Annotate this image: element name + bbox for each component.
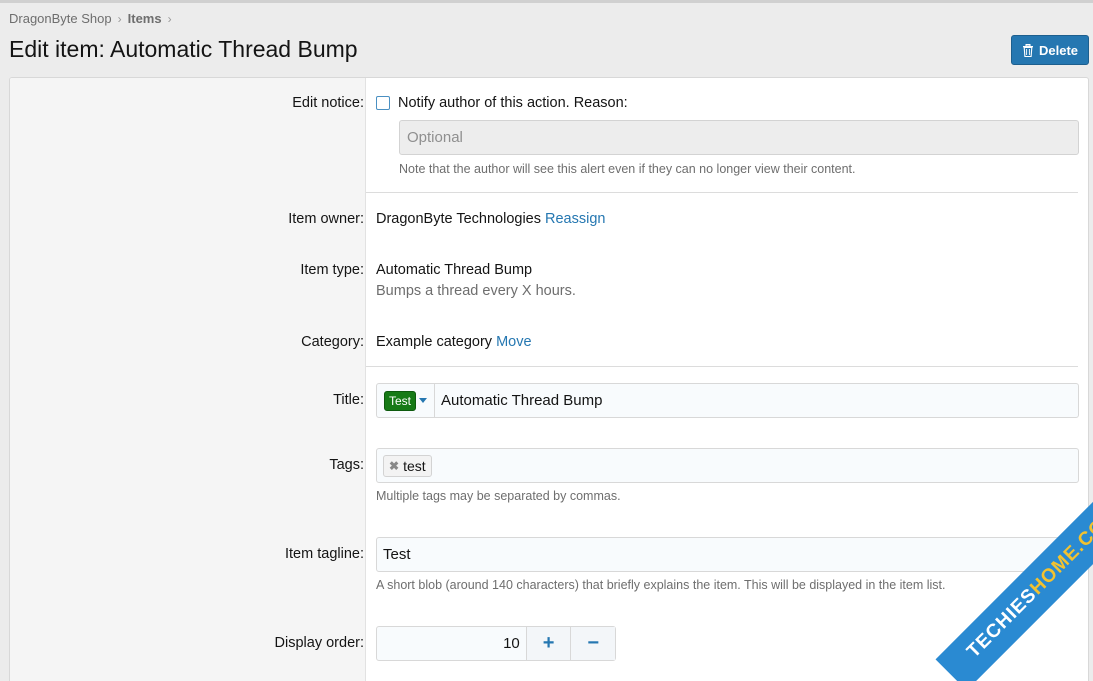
tag-chip-label: test xyxy=(403,458,426,474)
prefix-tag: Test xyxy=(384,390,417,411)
display-order-stepper: 10 + − xyxy=(376,626,616,661)
tags-label: Tags: xyxy=(329,457,364,473)
item-type-value: Automatic Thread Bump xyxy=(376,262,533,278)
edit-notice-hint: Note that the author will see this alert… xyxy=(399,162,856,176)
increment-button[interactable]: + xyxy=(525,627,571,660)
item-owner-value: DragonByte Technologies Reassign xyxy=(376,211,605,227)
edit-notice-label: Edit notice: xyxy=(292,95,364,111)
top-border xyxy=(0,0,1093,3)
trash-icon xyxy=(1022,43,1033,57)
caret-down-icon xyxy=(419,398,428,403)
display-order-label: Display order: xyxy=(274,635,364,651)
tagline-input[interactable]: Test xyxy=(383,538,411,571)
item-owner-label: Item owner: xyxy=(288,211,364,227)
watermark-part2: HOME.COM xyxy=(1026,503,1093,599)
item-owner-name: DragonByte Technologies xyxy=(376,211,541,227)
title-label: Title: xyxy=(333,392,364,408)
reassign-link[interactable]: Reassign xyxy=(545,211,605,227)
watermark: TECHIES HOME.COM xyxy=(893,481,1093,681)
title-input[interactable]: Automatic Thread Bump xyxy=(441,384,602,417)
delete-button[interactable]: Delete xyxy=(1011,35,1089,65)
breadcrumb-items[interactable]: Items xyxy=(128,11,162,26)
section-divider xyxy=(366,192,1078,193)
tags-hint: Multiple tags may be separated by commas… xyxy=(376,489,621,503)
label-column xyxy=(10,78,366,681)
category-name: Example category xyxy=(376,334,493,350)
reason-input[interactable]: Optional xyxy=(399,120,1079,155)
category-label: Category: xyxy=(301,334,364,350)
move-link[interactable]: Move xyxy=(496,334,531,350)
tagline-hint: A short blob (around 140 characters) tha… xyxy=(376,578,946,592)
notify-author-checkbox[interactable] xyxy=(376,96,390,110)
breadcrumb-shop[interactable]: DragonByte Shop xyxy=(9,11,112,26)
watermark-logo: TECHIES HOME.COM xyxy=(935,481,1093,681)
title-field[interactable]: Test Automatic Thread Bump xyxy=(376,383,1079,418)
remove-tag-icon[interactable]: ✖ xyxy=(389,459,399,473)
notify-author-label[interactable]: Notify author of this action. Reason: xyxy=(398,95,628,111)
prefix-selector[interactable]: Test xyxy=(377,384,435,417)
breadcrumb-separator: › xyxy=(117,11,122,26)
decrement-button[interactable]: − xyxy=(570,627,616,660)
breadcrumb: DragonByte Shop › Items › xyxy=(9,11,172,26)
delete-button-label: Delete xyxy=(1038,42,1079,58)
display-order-input[interactable]: 10 xyxy=(377,627,526,660)
item-type-label: Item type: xyxy=(300,262,364,278)
watermark-part1: TECHIES xyxy=(963,584,1042,663)
category-value: Example category Move xyxy=(376,334,532,350)
page-title: Edit item: Automatic Thread Bump xyxy=(9,36,358,62)
tags-input[interactable]: ✖ test xyxy=(376,448,1079,483)
item-type-description: Bumps a thread every X hours. xyxy=(376,283,576,299)
breadcrumb-separator: › xyxy=(167,11,172,26)
section-divider xyxy=(366,366,1078,367)
tag-chip: ✖ test xyxy=(383,455,432,477)
tagline-label: Item tagline: xyxy=(285,546,364,562)
